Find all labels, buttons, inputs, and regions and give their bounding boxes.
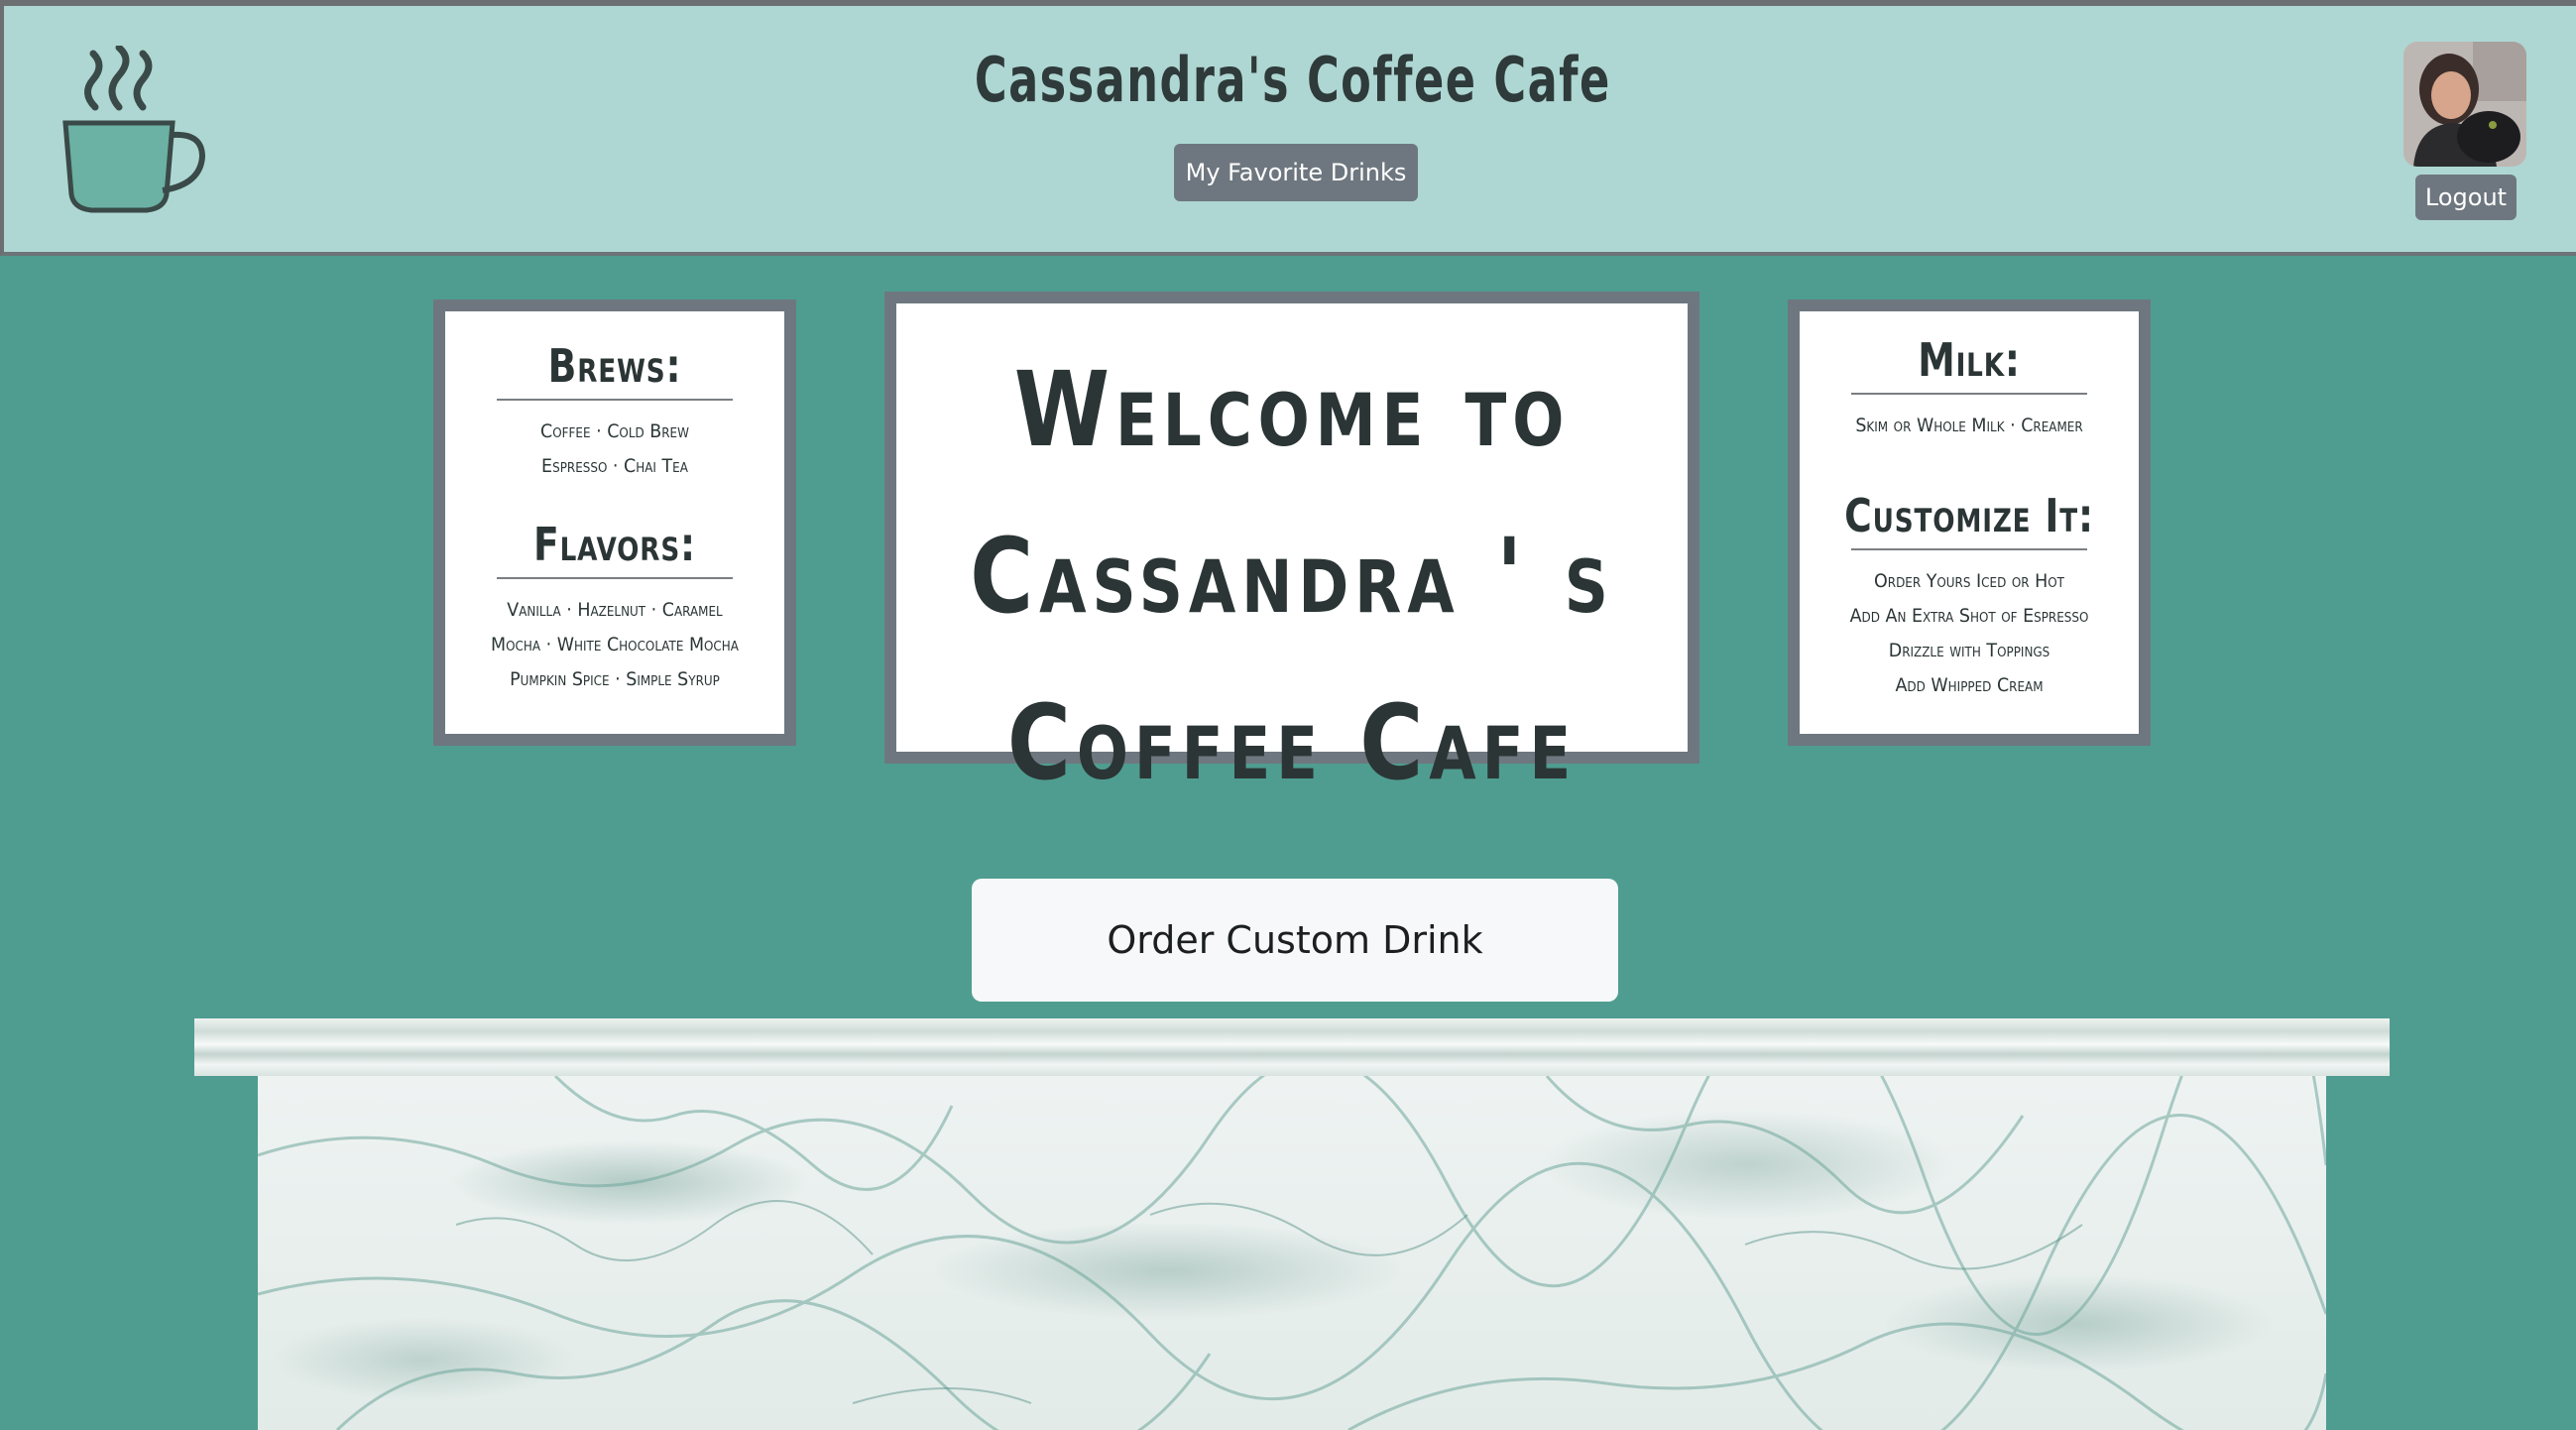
divider — [1851, 393, 2087, 395]
divider — [1851, 548, 2087, 550]
flavors-heading: Flavors: — [533, 518, 696, 571]
site-title: Cassandra's Coffee Cafe — [974, 44, 1611, 116]
marble-counter — [258, 1076, 2326, 1430]
milk-heading: Milk: — [1918, 333, 2021, 387]
favorite-drinks-button[interactable]: My Favorite Drinks — [1174, 144, 1418, 201]
customize-line: Drizzle with Toppings — [1888, 640, 2050, 661]
logout-button[interactable]: Logout — [2415, 175, 2517, 220]
flavors-line: Vanilla · Hazelnut · Caramel — [507, 599, 723, 621]
welcome-line: Welcome to — [1013, 349, 1571, 470]
welcome-line: Coffee Cafe — [1006, 682, 1578, 803]
user-avatar[interactable] — [2403, 42, 2526, 167]
counter-top — [194, 1018, 2390, 1076]
marble-veins — [258, 1076, 2326, 1430]
brews-line: Coffee · Cold Brew — [540, 420, 689, 442]
flavors-line: Mocha · White Chocolate Mocha — [491, 634, 739, 655]
order-custom-drink-button[interactable]: Order Custom Drink — [972, 879, 1618, 1002]
brews-line: Espresso · Chai Tea — [541, 455, 688, 477]
welcome-line: Cassandra ' s — [970, 516, 1614, 637]
milk-line: Skim or Whole Milk · Creamer — [1855, 415, 2083, 436]
menu-board-milk-customize: Milk: Skim or Whole Milk · Creamer Custo… — [1788, 299, 2151, 746]
customize-line: Order Yours Iced or Hot — [1874, 570, 2064, 592]
brews-heading: Brews: — [547, 339, 682, 393]
customize-heading: Customize It: — [1844, 489, 2094, 542]
menu-board-brews-flavors: Brews: Coffee · Cold Brew Espresso · Cha… — [433, 299, 796, 746]
customize-line: Add An Extra Shot of Espresso — [1849, 605, 2089, 627]
divider — [497, 577, 733, 579]
site-header: Cassandra's Coffee Cafe My Favorite Drin… — [0, 0, 2576, 256]
divider — [497, 399, 733, 401]
flavors-line: Pumpkin Spice · Simple Syrup — [510, 668, 720, 690]
welcome-board: Welcome to Cassandra ' s Coffee Cafe — [884, 292, 1699, 803]
customize-line: Add Whipped Cream — [1895, 674, 2044, 696]
coffee-cup-icon[interactable] — [56, 46, 214, 219]
